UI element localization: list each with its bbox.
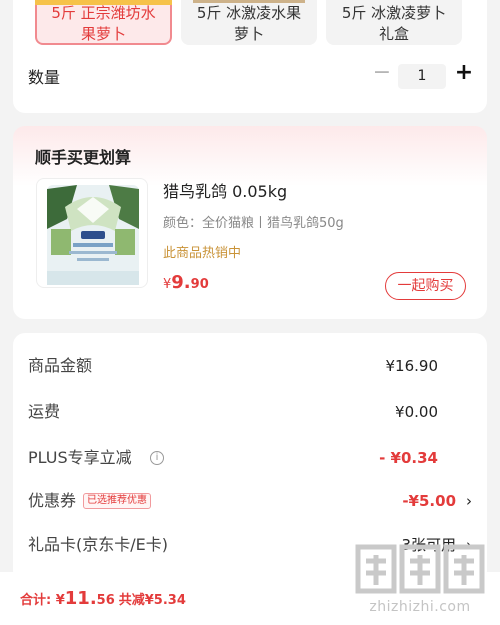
summary-row-shipping: 运费 ¥0.00 — [28, 399, 472, 425]
total-savings: 共减¥5.34 — [118, 593, 186, 608]
variant-option-2[interactable]: 5斤 冰激凌水果 萝卜 — [181, 0, 317, 45]
variant-option-3-line1: 5斤 冰激凌萝卜 — [341, 4, 447, 22]
total-currency: ¥ — [51, 593, 65, 608]
total-integer: 11. — [64, 588, 97, 609]
quantity-label: 数量 — [28, 68, 61, 87]
product-hot-label: 此商品热销中 — [163, 246, 242, 261]
product-price: ¥9.90 — [163, 272, 209, 293]
coupon-value: -¥5.00 — [402, 492, 456, 510]
chevron-right-icon: › — [466, 492, 472, 510]
bundle-card: 顺手买更划算 猎鸟乳鸽 0.05kg 颜色：全价猫粮丨猎鸟乳鸽50g 此商品热销… — [13, 126, 487, 319]
cat-food-bag-image — [47, 185, 139, 285]
bundle-title: 顺手买更划算 — [35, 148, 132, 167]
total-label: 合计: — [20, 593, 52, 608]
product-name[interactable]: 猎鸟乳鸽 0.05kg — [163, 178, 287, 202]
coupon-label: 优惠券 — [28, 491, 77, 510]
variant-option-2-line2: 萝卜 — [233, 25, 264, 43]
total-decimal: 56 — [96, 593, 115, 608]
variant-option-1[interactable]: 5斤 正宗潍坊水 果萝卜 — [35, 0, 172, 45]
info-icon[interactable]: i — [150, 451, 164, 465]
variant-thumb-strip — [193, 0, 305, 3]
summary-row-coupon[interactable]: 优惠券 已选推荐优惠 -¥5.00 › — [28, 488, 472, 514]
summary-row-plus-discount: PLUS专享立减 i - ¥0.34 — [28, 445, 472, 471]
watermark-logo-icon — [355, 544, 485, 594]
plus-discount-label: PLUS专享立减 — [28, 448, 132, 467]
spec-card: 5斤 正宗潍坊水 果萝卜 5斤 冰激凌水果 萝卜 5斤 冰激凌萝卜 礼盒 数量 … — [13, 0, 487, 113]
variant-option-3[interactable]: 5斤 冰激凌萝卜 礼盒 — [326, 0, 462, 45]
watermark-text: zhizhizhi.com — [369, 599, 471, 615]
coupon-recommended-badge: 已选推荐优惠 — [83, 493, 151, 509]
quantity-input[interactable]: 1 — [398, 64, 446, 89]
watermark: zhizhizhi.com — [350, 535, 490, 625]
quantity-plus-button[interactable]: + — [453, 62, 475, 86]
shipping-value: ¥0.00 — [395, 403, 438, 421]
price-decimal: 90 — [190, 277, 209, 292]
variant-promo-strip — [35, 0, 172, 5]
variant-option-1-line2: 果萝卜 — [80, 25, 126, 43]
plus-discount-value: - ¥0.34 — [379, 449, 438, 467]
order-total: 合计: ¥11.56 共减¥5.34 — [20, 588, 186, 609]
product-image[interactable] — [36, 178, 148, 288]
variant-option-1-line1: 5斤 正宗潍坊水 — [51, 4, 156, 22]
price-integer: 9. — [171, 272, 191, 293]
goods-amount-value: ¥16.90 — [385, 357, 439, 375]
quantity-minus-button[interactable]: − — [371, 62, 393, 86]
variant-option-3-line2: 礼盒 — [378, 25, 409, 43]
summary-row-goods-amount: 商品金额 ¥16.90 — [28, 353, 472, 379]
shipping-label: 运费 — [28, 402, 61, 421]
variant-option-2-line1: 5斤 冰激凌水果 — [196, 4, 302, 22]
buy-together-button[interactable]: 一起购买 — [385, 272, 466, 300]
goods-amount-label: 商品金额 — [28, 356, 93, 375]
product-attributes: 颜色：全价猫粮丨猎鸟乳鸽50g — [163, 216, 344, 231]
gift-card-label: 礼品卡(京东卡/E卡) — [28, 535, 168, 554]
